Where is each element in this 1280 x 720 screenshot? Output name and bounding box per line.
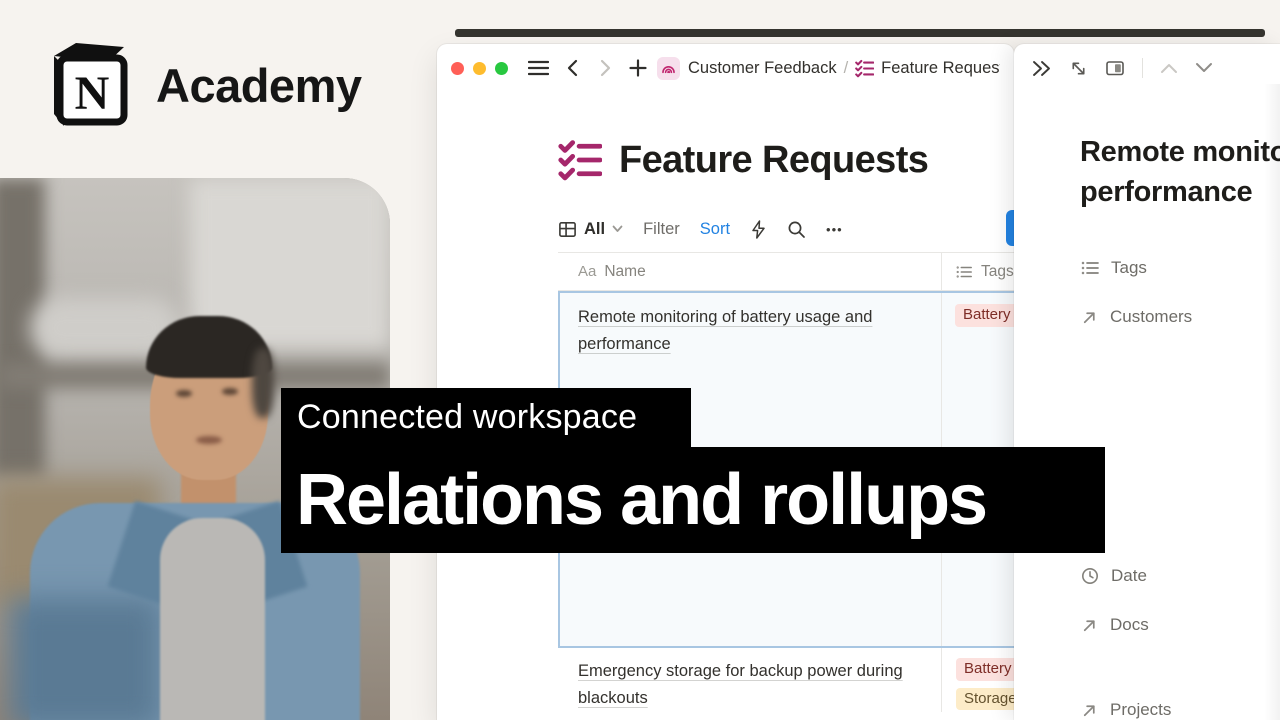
property-label: Projects: [1110, 700, 1171, 720]
table-header-row: Aa Name Tags: [558, 252, 1014, 291]
record-title-line1: Remote monitoring of battery usage and: [1080, 132, 1280, 172]
column-header-name[interactable]: Aa Name: [558, 253, 941, 290]
view-selector[interactable]: All: [558, 220, 623, 239]
traffic-lights: [451, 62, 508, 75]
brand-lockup: N Academy: [46, 40, 362, 130]
breadcrumb-current[interactable]: Feature Requests: [881, 59, 1000, 78]
presenter-jacket-shadow: [10, 598, 160, 720]
sort-button[interactable]: Sort: [700, 220, 730, 239]
forward-icon[interactable]: [597, 59, 613, 77]
filter-button[interactable]: Filter: [643, 220, 680, 239]
property-customers[interactable]: Customers: [1080, 307, 1192, 327]
automations-bolt-icon[interactable]: [750, 220, 767, 239]
presenter-eye: [222, 388, 238, 395]
overlay-headline: Relations and rollups: [281, 447, 1105, 553]
new-tab-icon[interactable]: [629, 59, 647, 77]
text-type-icon: Aa: [578, 263, 596, 280]
property-docs[interactable]: Docs: [1080, 615, 1149, 635]
record-title: Remote monitoring of battery usage and p…: [1080, 132, 1280, 212]
property-projects[interactable]: Projects: [1080, 700, 1171, 720]
customer-feedback-page-icon: [657, 57, 680, 80]
previous-record-chevron-up-icon[interactable]: [1160, 62, 1178, 74]
column-tags-label: Tags: [981, 263, 1014, 281]
presenter-hair: [252, 348, 274, 418]
presenter-eye: [176, 390, 192, 397]
property-date[interactable]: Date: [1080, 566, 1147, 586]
overlay-headline-text: Relations and rollups: [296, 459, 986, 541]
page-title: Feature Requests: [619, 139, 928, 182]
name-cell[interactable]: Emergency storage for backup power durin…: [558, 648, 941, 712]
overlay-kicker-text: Connected workspace: [297, 398, 637, 437]
property-label: Docs: [1110, 615, 1149, 635]
table-view-icon: [558, 220, 577, 239]
tags-cell[interactable]: Battery Storage: [941, 648, 1014, 712]
page-link[interactable]: Remote monitoring of battery usage and p…: [578, 308, 872, 353]
tag-pill[interactable]: Battery: [956, 658, 1014, 681]
notion-logo-icon: N: [46, 40, 130, 130]
side-peek-panel: Remote monitoring of battery usage and p…: [1014, 44, 1280, 720]
chevron-down-icon: [612, 225, 623, 233]
arrow-up-right-icon: [1080, 616, 1099, 635]
list-icon: [1080, 258, 1100, 278]
zoom-window-button[interactable]: [495, 62, 508, 75]
property-tags[interactable]: Tags: [1080, 258, 1147, 278]
breadcrumb-separator: /: [844, 59, 849, 78]
video-frame: N Academy: [0, 0, 1280, 720]
arrow-up-right-icon: [1080, 701, 1099, 720]
main-window-topbar: Customer Feedback / Feature Requests: [437, 44, 1014, 92]
breadcrumb-parent[interactable]: Customer Feedback: [688, 59, 837, 78]
checklist-icon: [855, 59, 874, 78]
svg-text:N: N: [75, 67, 110, 120]
list-icon: [955, 263, 973, 281]
more-options-icon[interactable]: •••: [826, 222, 843, 237]
search-icon[interactable]: [787, 220, 806, 239]
side-panel-topbar: [1014, 44, 1280, 92]
column-header-tags[interactable]: Tags: [941, 253, 1014, 290]
tag-pill[interactable]: Storage: [956, 688, 1014, 711]
close-window-button[interactable]: [451, 62, 464, 75]
property-label: Date: [1111, 566, 1147, 586]
property-label: Tags: [1111, 258, 1147, 278]
arrow-up-right-icon: [1080, 308, 1099, 327]
topbar-divider: [1142, 58, 1143, 78]
brand-name: Academy: [156, 58, 362, 113]
back-icon[interactable]: [565, 59, 581, 77]
page-link[interactable]: Emergency storage for backup power durin…: [578, 662, 903, 707]
clock-icon: [1080, 566, 1100, 586]
scrollbar[interactable]: [1264, 84, 1280, 720]
column-name-label: Name: [604, 263, 645, 281]
notion-main-window: Customer Feedback / Feature Requests: [437, 44, 1014, 720]
overlay-kicker: Connected workspace: [281, 388, 691, 447]
background-window-edge: [455, 29, 1265, 37]
checklist-icon[interactable]: [558, 138, 602, 182]
presenter-shirt: [160, 518, 265, 720]
table-row[interactable]: Emergency storage for backup power durin…: [558, 648, 1014, 712]
expand-fullpage-icon[interactable]: [1069, 59, 1088, 78]
sidebar-menu-icon[interactable]: [528, 60, 549, 76]
view-label: All: [584, 220, 605, 239]
property-label: Customers: [1110, 307, 1192, 327]
database-toolbar: All Filter Sort ••• New: [558, 210, 1014, 248]
record-title-line2: performance: [1080, 172, 1280, 212]
minimize-window-button[interactable]: [473, 62, 486, 75]
tag-pill[interactable]: Battery: [955, 304, 1014, 327]
next-record-chevron-down-icon[interactable]: [1195, 62, 1213, 74]
peek-mode-icon[interactable]: [1105, 59, 1125, 77]
close-peek-double-chevron-icon[interactable]: [1032, 60, 1052, 77]
presenter-mouth: [196, 436, 222, 444]
